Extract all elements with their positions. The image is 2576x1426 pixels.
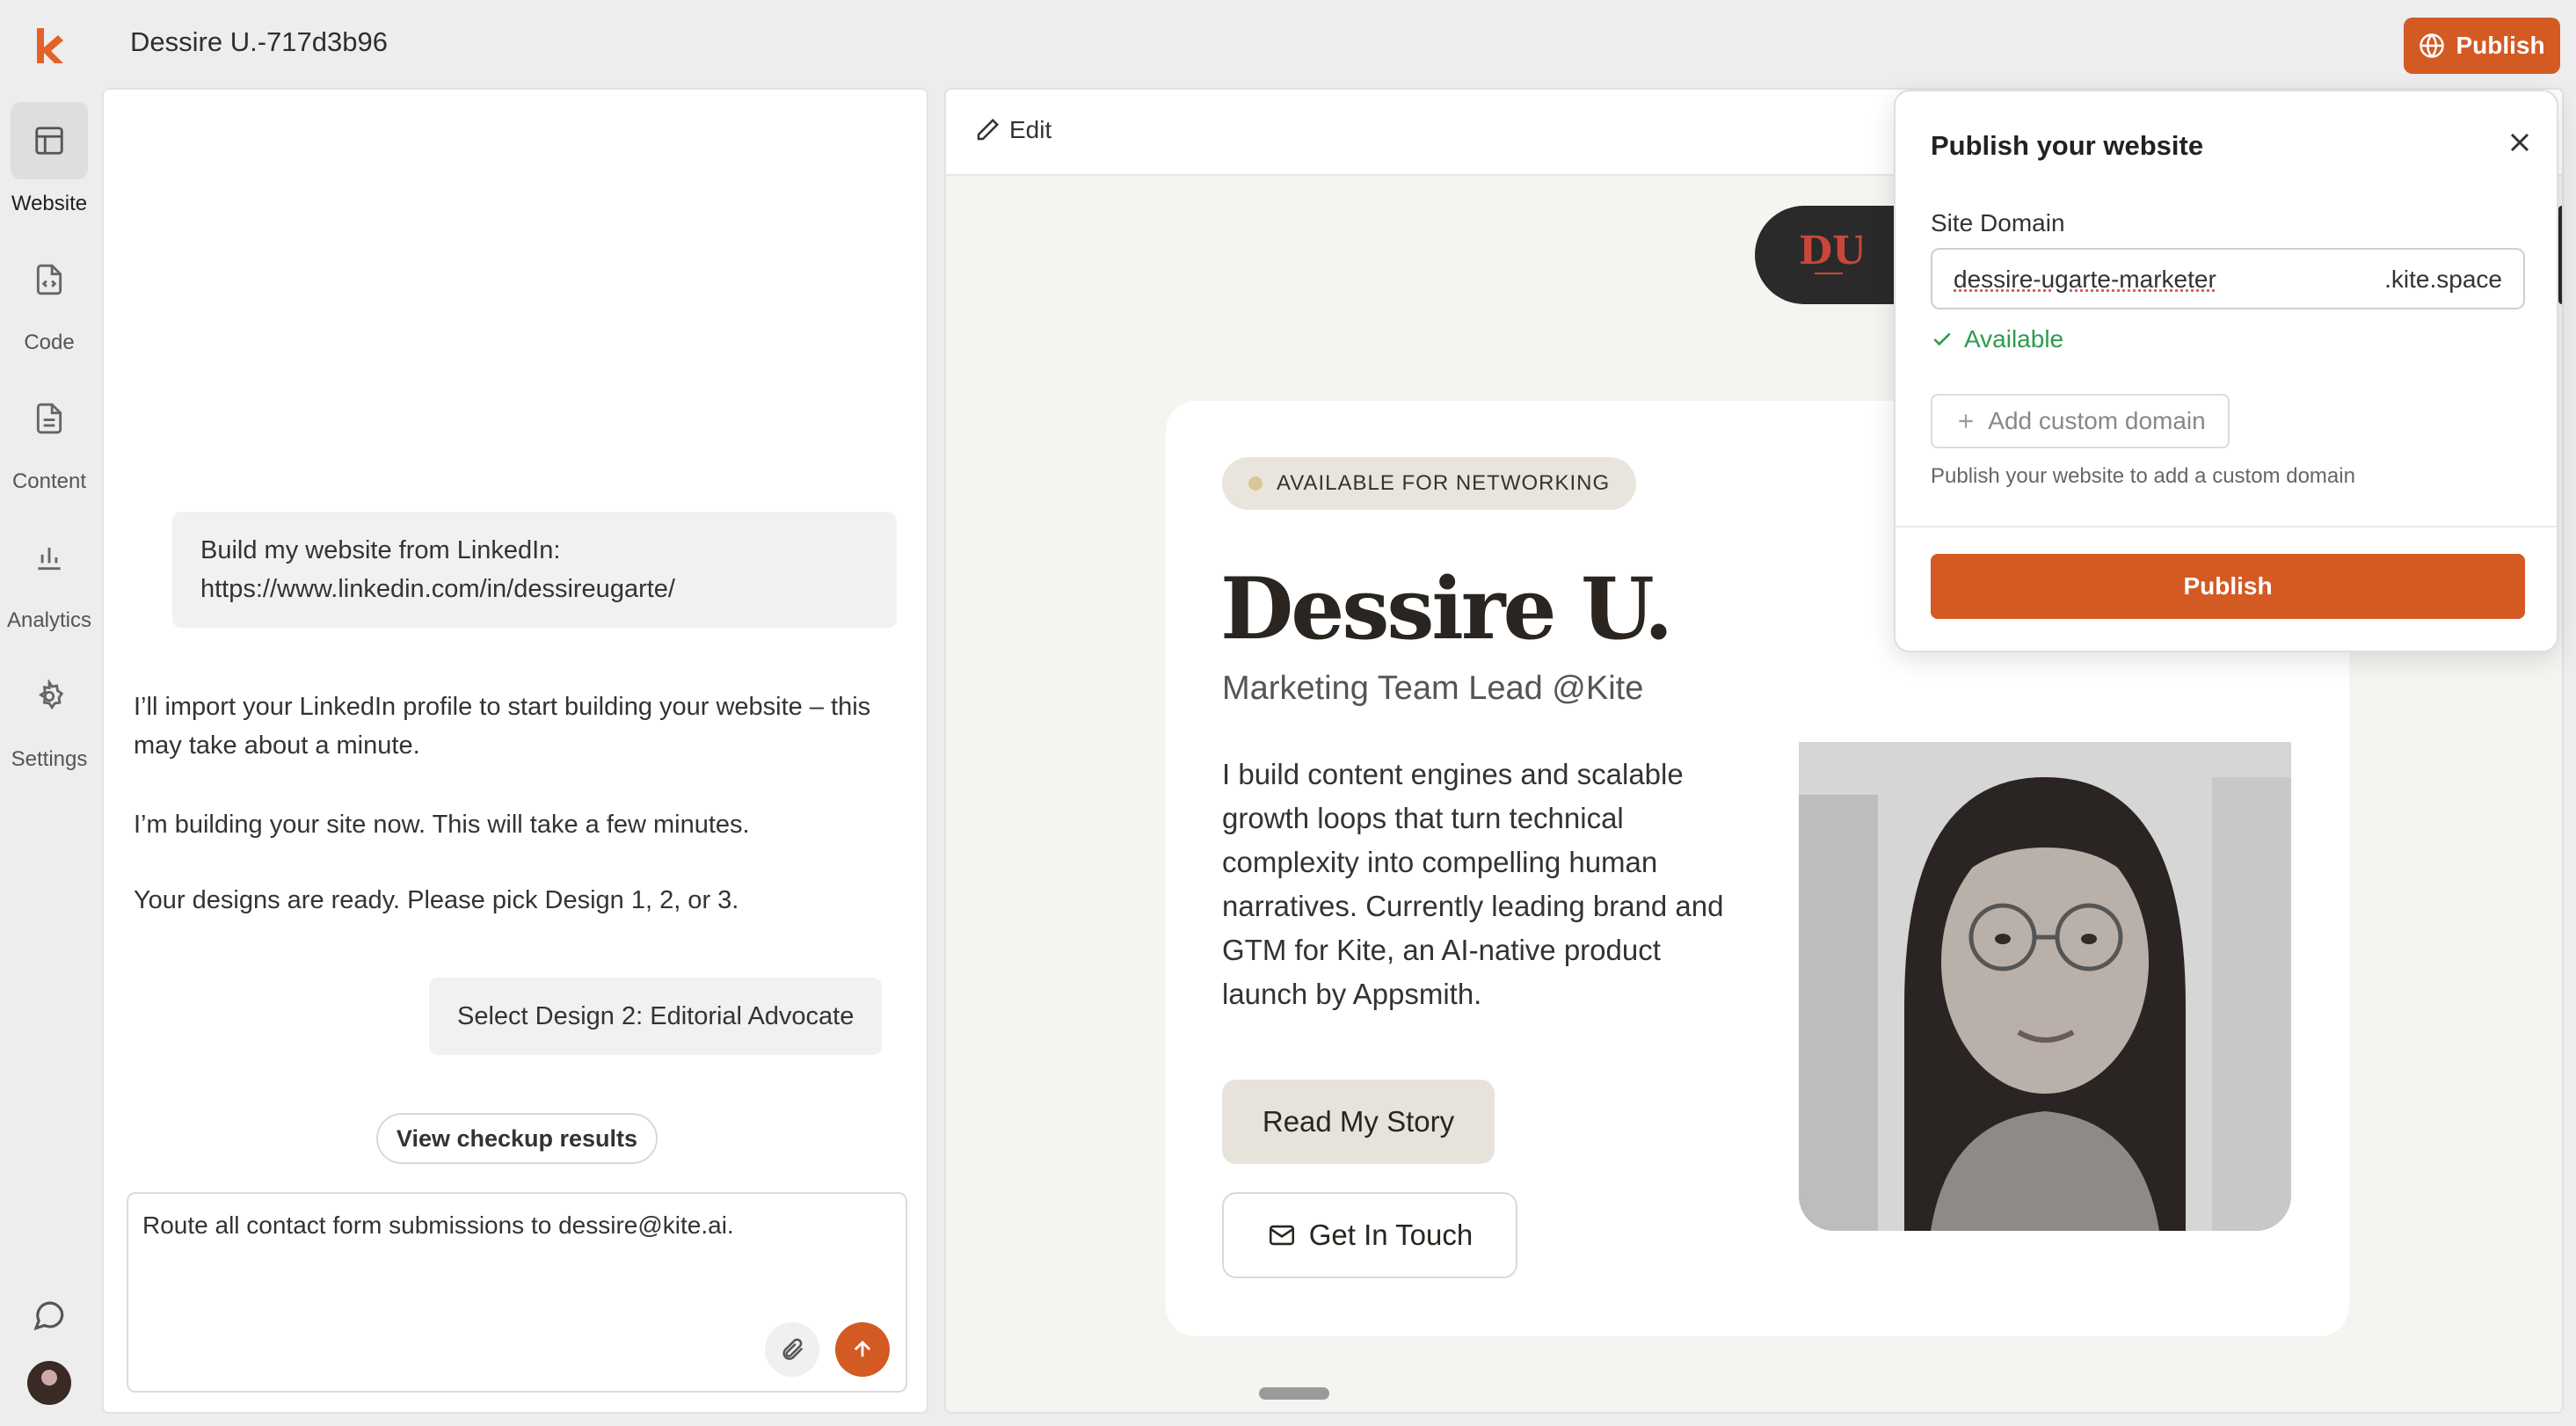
- assistant-message: I’m building your site now. This will ta…: [134, 811, 750, 839]
- add-custom-domain-label: Add custom domain: [1988, 407, 2206, 434]
- document-icon: [36, 403, 62, 434]
- hero-bio: I build content engines and scalable gro…: [1222, 758, 1724, 1010]
- user-message: Build my website from LinkedIn: https://…: [172, 512, 897, 628]
- rail-label-code: Code: [24, 331, 75, 354]
- publish-dialog: Publish your website Site Domain dessire…: [1894, 90, 2558, 652]
- project-title: Dessire U.-717d3b96: [130, 26, 388, 57]
- rail-label-settings: Settings: [11, 747, 88, 771]
- kite-logo: [37, 28, 63, 63]
- code-file-icon: [36, 264, 62, 295]
- plus-icon: [1959, 414, 1973, 428]
- rail-item-content[interactable]: Content: [0, 380, 98, 494]
- portrait-image: [1799, 742, 2291, 1231]
- site-domain-label: Site Domain: [1931, 209, 2065, 236]
- check-icon: [1933, 332, 1951, 346]
- rail-label-website: Website: [11, 192, 88, 215]
- domain-value[interactable]: dessire-ugarte-marketer: [1954, 266, 2216, 294]
- edit-button[interactable]: Edit: [974, 116, 1052, 144]
- user-message: Select Design 2: Editorial Advocate: [429, 978, 883, 1055]
- monogram-logo: DU: [1799, 229, 1862, 274]
- hero-role: Marketing Team Lead @Kite: [1222, 670, 1644, 707]
- rail-label-analytics: Analytics: [6, 608, 92, 632]
- publish-button[interactable]: Publish: [2404, 18, 2560, 74]
- assistant-message: I’ll import your LinkedIn profile to sta…: [134, 693, 871, 760]
- dialog-publish-button[interactable]: Publish: [1931, 554, 2525, 619]
- user-avatar[interactable]: [27, 1361, 71, 1405]
- view-checkup-results-button[interactable]: View checkup results: [376, 1113, 658, 1164]
- rail-label-content: Content: [11, 469, 87, 493]
- pencil-icon: [977, 118, 1000, 141]
- assistant-message: Your designs are ready. Please pick Desi…: [134, 886, 739, 914]
- hero-name: Dessire U.: [1220, 559, 1673, 658]
- availability-status: Available: [1931, 325, 2063, 353]
- chat-panel: Build my website from LinkedIn: https://…: [102, 88, 928, 1414]
- bar-chart-icon: [38, 547, 61, 571]
- edit-label: Edit: [1009, 116, 1052, 143]
- divider: [1896, 526, 2557, 527]
- profile-portrait: [1799, 742, 2291, 1231]
- status-badge: AVAILABLE FOR NETWORKING: [1222, 457, 1637, 510]
- read-my-story-button[interactable]: Read My Story: [1222, 1080, 1495, 1164]
- monogram-text: DU: [1799, 229, 1862, 273]
- get-in-touch-button[interactable]: Get In Touch: [1222, 1192, 1517, 1278]
- scroll-handle[interactable]: [1259, 1387, 1329, 1400]
- rail-item-code[interactable]: Code: [0, 241, 98, 355]
- composer-input[interactable]: Route all contact form submissions to de…: [142, 1211, 734, 1240]
- publish-button-label: Publish: [2456, 32, 2545, 59]
- attach-button[interactable]: [765, 1322, 819, 1377]
- status-dot: [1248, 477, 1263, 491]
- domain-suffix: .kite.space: [2384, 266, 2502, 293]
- rail-item-analytics[interactable]: Analytics: [0, 519, 98, 633]
- arrow-up-icon: [854, 1340, 871, 1357]
- rail-item-settings[interactable]: Settings: [0, 658, 98, 772]
- availability-label: Available: [1964, 325, 2064, 353]
- send-button[interactable]: [835, 1322, 890, 1377]
- chat-composer[interactable]: Route all contact form submissions to de…: [127, 1192, 907, 1393]
- add-custom-domain-button[interactable]: Add custom domain: [1931, 394, 2230, 448]
- get-in-touch-label: Get In Touch: [1308, 1219, 1474, 1251]
- custom-domain-hint: Publish your website to add a custom dom…: [1931, 464, 2355, 488]
- chat-bubble-icon[interactable]: [30, 1296, 67, 1333]
- rail-item-website[interactable]: Website: [0, 102, 98, 216]
- mail-icon: [1269, 1225, 1294, 1246]
- paperclip-icon: [782, 1338, 804, 1360]
- badge-label: AVAILABLE FOR NETWORKING: [1277, 471, 1611, 495]
- globe-icon: [2420, 33, 2445, 58]
- gear-icon: [38, 680, 64, 710]
- site-domain-input[interactable]: dessire-ugarte-marketer .kite.space: [1931, 248, 2525, 309]
- layout-icon: [35, 127, 63, 155]
- close-icon[interactable]: [2504, 127, 2536, 158]
- nav-edge: [2558, 206, 2562, 304]
- dialog-title: Publish your website: [1931, 130, 2204, 161]
